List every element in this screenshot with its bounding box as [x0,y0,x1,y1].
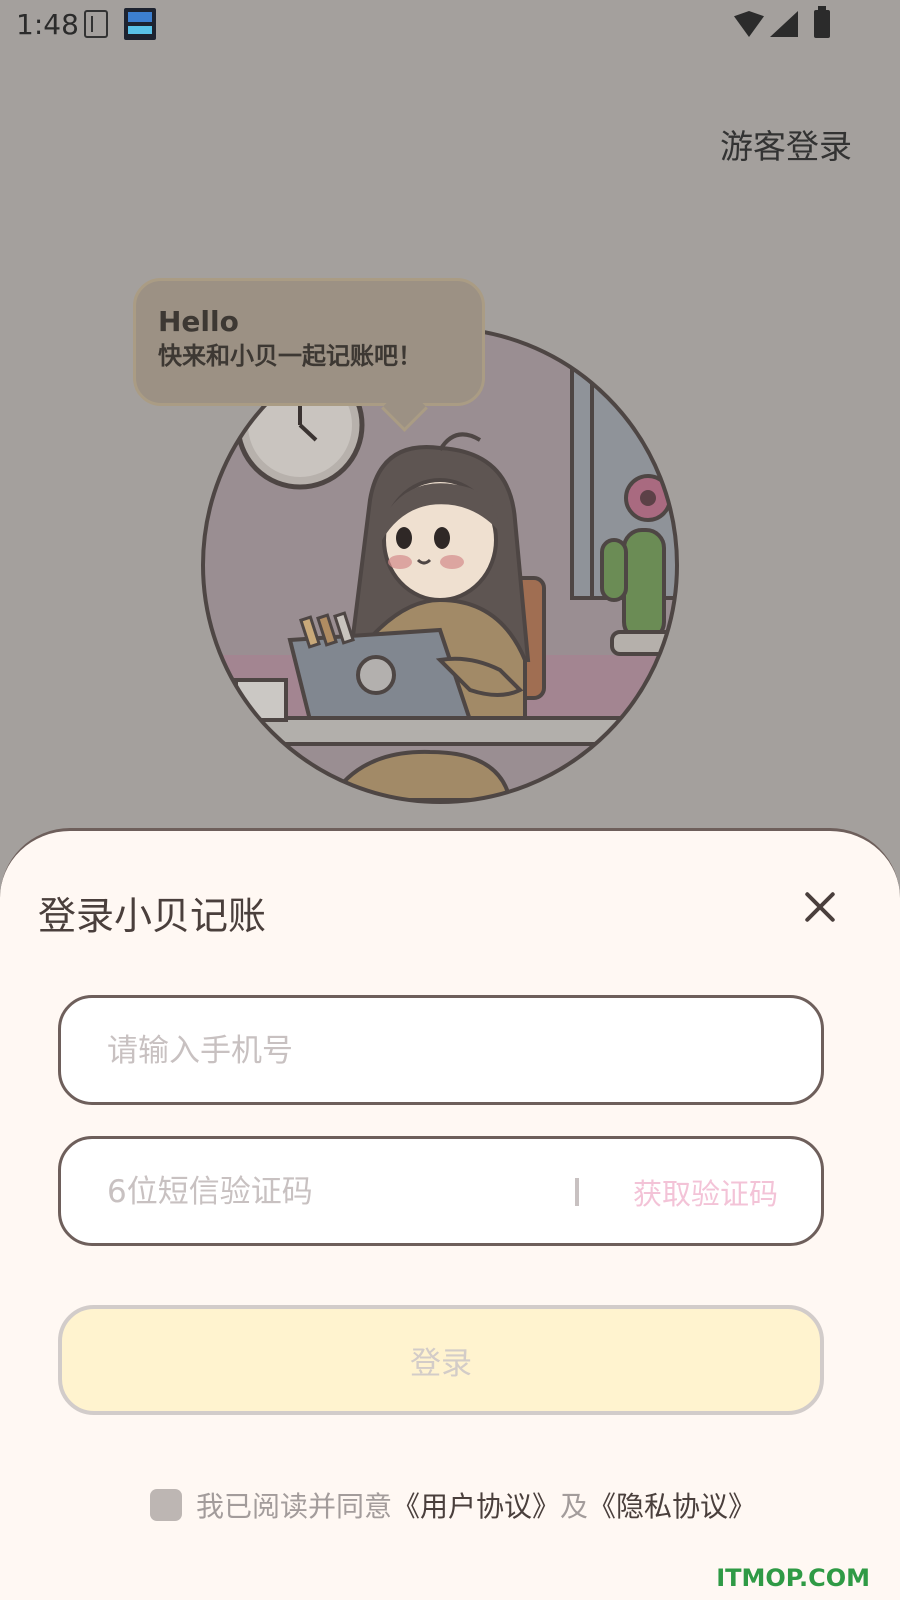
verification-code-field: 获取验证码 [58,1136,824,1246]
sim-card-icon [84,10,108,38]
agreement-prefix: 我已阅读并同意 [196,1490,393,1523]
phone-input[interactable] [105,998,789,1104]
watermark: ITMOP.COM [716,1564,870,1592]
agreement-checkbox[interactable] [150,1489,182,1521]
speech-message: 快来和小贝一起记账吧！ [158,342,422,370]
agreement-row: 我已阅读并同意 《用户协议》 及 《隐私协议》 [150,1485,756,1525]
login-screen: 1:48 游客登录 Hello 快来和小贝一起记账吧！ 登录小贝记账 请输入手机… [0,0,900,1600]
signal-icon [770,11,798,37]
status-icons [734,6,830,40]
speech-greeting: Hello [158,305,239,338]
privacy-agreement-link[interactable]: 《隐私协议》 [588,1485,756,1525]
close-icon[interactable] [802,889,838,925]
agreement-and: 及 [560,1490,589,1523]
speech-bubble: Hello 快来和小贝一起记账吧！ [133,278,485,432]
user-agreement-link[interactable]: 《用户协议》 [392,1485,560,1525]
app-notification-icon [124,8,156,40]
status-bar: 1:48 [0,0,900,50]
get-code-button[interactable]: 获取验证码 [633,1171,778,1213]
wifi-icon [734,11,764,37]
login-sheet: 登录小贝记账 获取验证码 登录 我已阅读并同意 《用户协议》 及 《隐私协议》 … [0,828,900,1600]
phone-field [58,995,824,1105]
status-time: 1:48 [16,8,79,41]
verification-code-input[interactable] [105,1139,549,1245]
guest-login-button[interactable]: 游客登录 [720,120,852,168]
sheet-title: 登录小贝记账 [38,894,267,938]
login-button[interactable]: 登录 [58,1305,824,1415]
field-divider [575,1178,579,1206]
battery-icon [814,6,830,38]
